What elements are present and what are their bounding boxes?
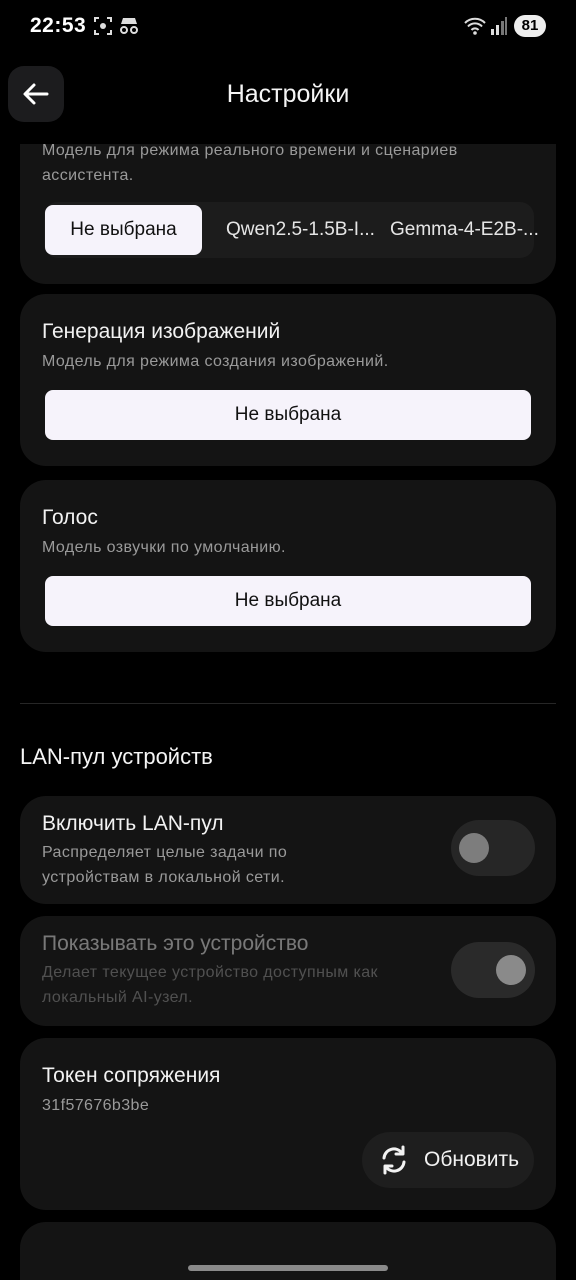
lan-enable-title: Включить LAN-пул: [42, 812, 224, 835]
model-option-none[interactable]: Не выбрана: [45, 205, 202, 255]
home-indicator[interactable]: [188, 1265, 388, 1271]
pairing-token-title: Токен сопряжения: [42, 1064, 221, 1087]
lan-enable-card[interactable]: Включить LAN-пул Распределяет целые зада…: [20, 796, 556, 904]
lan-enable-toggle[interactable]: [451, 820, 535, 876]
app-header: Настройки: [0, 54, 576, 144]
toggle-knob: [459, 833, 489, 863]
model-option-qwen[interactable]: Qwen2.5-1.5B-I...: [226, 205, 375, 255]
toggle-knob: [496, 955, 526, 985]
show-device-description: Делает текущее устройство доступным как …: [42, 964, 378, 1006]
assistant-model-description: Модель для режима реального времени и сц…: [42, 142, 458, 184]
section-divider: [20, 703, 556, 704]
voice-card: Голос Модель озвучки по умолчанию. Не вы…: [20, 480, 556, 652]
image-generation-title: Генерация изображений: [42, 320, 281, 343]
model-option-gemma[interactable]: Gemma-4-E2B-...: [390, 205, 539, 255]
pairing-token-value: 31f57676b3be: [42, 1097, 150, 1114]
voice-description: Модель озвучки по умолчанию.: [42, 539, 286, 556]
refresh-token-button[interactable]: Обновить: [362, 1132, 534, 1188]
pairing-token-card: Токен сопряжения 31f57676b3be Обновить: [20, 1038, 556, 1210]
show-device-card[interactable]: Показывать это устройство Делает текущее…: [20, 916, 556, 1026]
image-generation-description: Модель для режима создания изображений.: [42, 353, 389, 370]
refresh-icon: [378, 1144, 410, 1176]
image-model-select[interactable]: Не выбрана: [45, 390, 531, 440]
assistant-model-selector[interactable]: Не выбрана Qwen2.5-1.5B-I... Gemma-4-E2B…: [44, 202, 539, 258]
show-device-title: Показывать это устройство: [42, 932, 309, 955]
voice-title: Голос: [42, 506, 98, 529]
lan-section-title: LAN-пул устройств: [20, 744, 213, 769]
refresh-button-label: Обновить: [424, 1148, 520, 1171]
lan-enable-description: Распределяет целые задачи по устройствам…: [42, 844, 288, 886]
image-generation-card: Генерация изображений Модель для режима …: [20, 294, 556, 466]
show-device-toggle[interactable]: [451, 942, 535, 998]
next-card: [20, 1222, 556, 1280]
settings-scroll[interactable]: Модель для режима реального времени и сц…: [0, 0, 576, 1280]
voice-model-select[interactable]: Не выбрана: [45, 576, 531, 626]
page-title: Настройки: [226, 80, 350, 108]
